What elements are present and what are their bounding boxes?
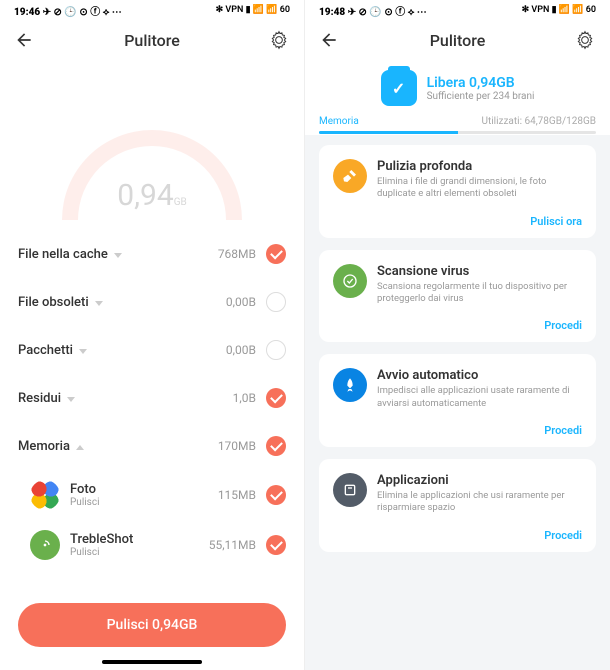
hero-title: Libera 0,94GB: [427, 75, 535, 91]
app-name: TrebleShot: [70, 532, 209, 547]
category-checkbox[interactable]: [266, 244, 286, 264]
card-desc: Elimina le applicazioni che usi rarament…: [377, 490, 582, 515]
card-action-button[interactable]: Pulisci ora: [377, 215, 582, 228]
status-icons-left: ✈ ⊘ 🕒 ⊙ ⓕ ⟡ ⋯: [348, 7, 427, 18]
suggestion-cards: Pulizia profonda Elimina i file di grand…: [305, 135, 610, 562]
category-size: 768MB: [218, 247, 256, 261]
chevron-down-icon: [67, 397, 75, 402]
settings-button[interactable]: [574, 29, 596, 51]
category-row[interactable]: File obsoleti 0,00B: [0, 278, 304, 326]
chevron-down-icon: [114, 253, 122, 258]
back-button[interactable]: [14, 30, 34, 50]
card-title: Pulizia profonda: [377, 159, 582, 174]
status-icons-right: ✻ VPN ▮ 📶 📶 60: [522, 5, 596, 15]
app-action: Pulisci: [70, 497, 218, 508]
trash-bin-icon: [381, 70, 417, 106]
arrow-left-icon: [319, 30, 339, 50]
category-checkbox[interactable]: [266, 436, 286, 456]
memory-label: Memoria: [319, 116, 359, 127]
category-label: Pacchetti: [18, 343, 226, 358]
app-size: 55,11MB: [209, 538, 256, 552]
shovel-icon: [333, 159, 367, 193]
card-desc: Elimina i file di grandi dimensioni, le …: [377, 176, 582, 201]
category-size: 0,00B: [226, 295, 256, 309]
memory-progress-bar: [319, 131, 596, 134]
applications-card[interactable]: Applicazioni Elimina le applicazioni che…: [319, 459, 596, 552]
back-button[interactable]: [319, 30, 339, 50]
status-bar: 19:48 ✈ ⊘ 🕒 ⊙ ⓕ ⟡ ⋯ ✻ VPN ▮ 📶 📶 60: [305, 0, 610, 20]
gauge-value: 0,94GB: [117, 178, 187, 213]
app-name: Foto: [70, 482, 218, 497]
category-checkbox[interactable]: [266, 388, 286, 408]
card-title: Scansione virus: [377, 264, 582, 279]
scan-gauge: 0,94GB: [0, 60, 304, 230]
memory-used: Utilizzati: 64,78GB/128GB: [481, 116, 596, 127]
deep-clean-card[interactable]: Pulizia profonda Elimina i file di grand…: [319, 145, 596, 238]
memory-bar-section: Memoria Utilizzati: 64,78GB/128GB: [305, 112, 610, 135]
category-label: File nella cache: [18, 247, 218, 262]
category-size: 0,00B: [226, 343, 256, 357]
app-header: Pulitore: [0, 20, 304, 60]
app-action: Pulisci: [70, 547, 209, 558]
card-title: Avvio automatico: [377, 368, 582, 383]
clock: 19:48: [319, 7, 345, 18]
category-checkbox[interactable]: [266, 292, 286, 312]
app-labels: Foto Pulisci: [70, 482, 218, 508]
category-row[interactable]: File nella cache 768MB: [0, 230, 304, 278]
box-icon: [333, 473, 367, 507]
app-row[interactable]: Foto Pulisci 115MB: [0, 470, 304, 520]
category-size: 170MB: [218, 439, 256, 453]
app-row[interactable]: TrebleShot Pulisci 55,11MB: [0, 520, 304, 570]
app-header: Pulitore: [305, 20, 610, 60]
category-row[interactable]: Memoria 170MB: [0, 422, 304, 470]
card-desc: Impedisci alle applicazioni usate rarame…: [377, 385, 582, 410]
trebleshot-app-icon: [30, 530, 60, 560]
card-desc: Scansiona regolarmente il tuo dispositiv…: [377, 281, 582, 306]
hero-subtitle: Sufficiente per 234 brani: [427, 91, 535, 102]
cleaner-result-screen: 19:48 ✈ ⊘ 🕒 ⊙ ⓕ ⟡ ⋯ ✻ VPN ▮ 📶 📶 60 Pulit…: [305, 0, 610, 670]
clock: 19:46: [14, 7, 40, 18]
status-bar: 19:46 ✈ ⊘ 🕒 ⊙ ⓕ ⟡ ⋯ ✻ VPN ▮ 📶 📶 60: [0, 0, 304, 20]
photos-app-icon: [30, 480, 60, 510]
virus-scan-card[interactable]: Scansione virus Scansiona regolarmente i…: [319, 250, 596, 343]
gear-icon: [269, 30, 289, 50]
autostart-card[interactable]: Avvio automatico Impedisci alle applicaz…: [319, 354, 596, 447]
status-icons-left: ✈ ⊘ 🕒 ⊙ ⓕ ⟡ ⋯: [43, 7, 122, 18]
cta-area: Pulisci 0,94GB: [0, 595, 304, 657]
cleaner-scan-screen: 19:46 ✈ ⊘ 🕒 ⊙ ⓕ ⟡ ⋯ ✻ VPN ▮ 📶 📶 60 Pulit…: [0, 0, 305, 670]
arrow-left-icon: [14, 30, 34, 50]
card-action-button[interactable]: Procedi: [377, 319, 582, 332]
card-action-button[interactable]: Procedi: [377, 424, 582, 437]
shield-check-icon: [333, 264, 367, 298]
gear-icon: [575, 30, 595, 50]
app-labels: TrebleShot Pulisci: [70, 532, 209, 558]
memory-progress-fill: [319, 131, 458, 134]
category-label: Residui: [18, 391, 233, 406]
category-row[interactable]: Residui 1,0B: [0, 374, 304, 422]
settings-button[interactable]: [268, 29, 290, 51]
page-title: Pulitore: [430, 31, 486, 50]
home-indicator[interactable]: [102, 660, 202, 664]
category-label: File obsoleti: [18, 295, 226, 310]
cleanup-list[interactable]: File nella cache 768MB File obsoleti 0,0…: [0, 230, 304, 595]
app-checkbox[interactable]: [266, 485, 286, 505]
hero-banner: Libera 0,94GB Sufficiente per 234 brani: [305, 60, 610, 112]
app-size: 115MB: [218, 488, 256, 502]
category-checkbox[interactable]: [266, 340, 286, 360]
chevron-up-icon: [76, 445, 84, 450]
chevron-down-icon: [95, 301, 103, 306]
page-title: Pulitore: [124, 31, 180, 50]
card-title: Applicazioni: [377, 473, 582, 488]
category-size: 1,0B: [233, 391, 256, 405]
category-row[interactable]: Pacchetti 0,00B: [0, 326, 304, 374]
status-icons-right: ✻ VPN ▮ 📶 📶 60: [216, 5, 290, 15]
category-label: Memoria: [18, 439, 218, 454]
chevron-down-icon: [79, 349, 87, 354]
card-action-button[interactable]: Procedi: [377, 529, 582, 542]
clean-button[interactable]: Pulisci 0,94GB: [18, 603, 286, 647]
app-checkbox[interactable]: [266, 535, 286, 555]
rocket-icon: [333, 368, 367, 402]
